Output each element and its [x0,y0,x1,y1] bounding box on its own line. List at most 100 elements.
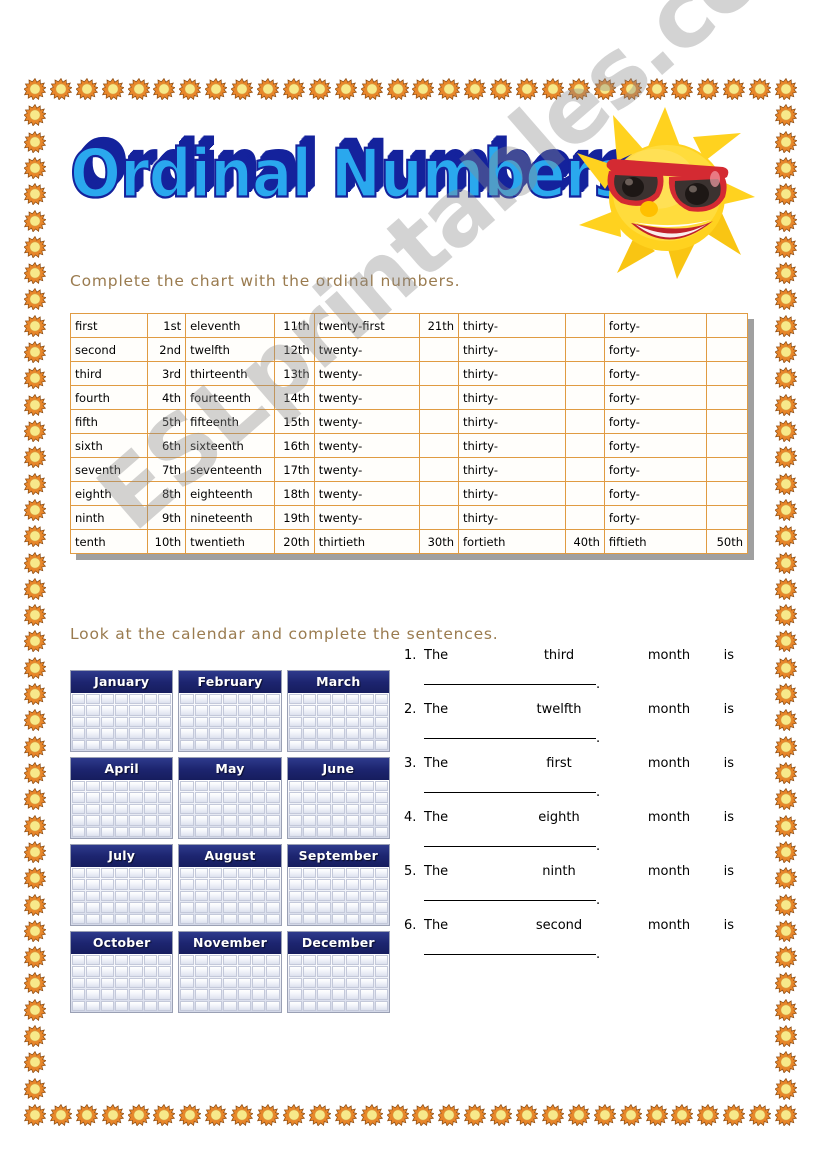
sun-border-icon [412,1104,435,1126]
sentence-text: 2. The twelfth month is [404,702,734,717]
ordinal-figure-cell[interactable] [706,433,748,458]
sentence-ordinal: second [535,918,583,933]
sun-border-icon [412,78,435,100]
ordinal-figure-cell[interactable] [418,481,460,506]
ordinal-figure-cell[interactable] [564,361,605,386]
calendar-day-cell [317,728,331,739]
ordinal-figure-cell[interactable] [706,313,748,338]
ordinal-figure-cell[interactable] [564,313,605,338]
calendar-day-cell [237,716,251,728]
calendar-day-cell [129,868,143,879]
calendar-day-cell [100,868,114,879]
calendar-day-cell [288,1000,302,1011]
ordinal-figure-cell[interactable] [418,337,460,362]
sun-border-icon [24,788,46,811]
ordinal-figure-cell[interactable] [706,361,748,386]
sun-border-icon [775,998,797,1021]
ordinal-word-cell: forty- [603,409,708,434]
sun-border-icon [490,1104,513,1126]
ordinal-word-cell: twenty-first [313,313,420,338]
sentence-text: 6. The second month is [404,918,734,933]
calendar-day-cell [374,716,388,728]
calendar-day-cell [180,694,194,705]
calendar-day-cell [129,826,143,837]
sun-border-icon [127,1104,150,1126]
calendar-day-cell [345,977,360,989]
ordinal-figure-cell[interactable] [706,481,748,506]
ordinal-figure-cell[interactable] [564,457,605,482]
ordinal-figure-cell[interactable] [418,409,460,434]
calendar-day-cell [374,955,388,966]
answer-blank-input[interactable] [424,953,596,955]
calendar-day-cell [180,989,194,1000]
ordinal-figure-cell[interactable] [418,361,460,386]
ordinal-word-cell: twenty- [313,409,420,434]
calendar-day-cell [72,913,86,924]
calendar-day-cell [317,868,331,879]
sun-border-icon [567,1104,590,1126]
answer-blank-input[interactable] [424,899,596,901]
calendar-day-cell [345,792,360,803]
calendar-day-cell [345,913,360,924]
calendar-day-cell [266,739,280,750]
answer-blank-input[interactable] [424,791,596,793]
calendar-day-cell [360,955,374,966]
calendar-month-label: March [287,671,389,693]
ordinal-numbers-table-wrapper: first 1st eleventh 11th twenty-first 21th thir… [69,313,748,554]
ordinal-figure-cell[interactable] [418,385,460,410]
ordinal-figure-cell[interactable] [706,409,748,434]
answer-blank-input[interactable] [424,683,596,685]
ordinal-word-cell: twenty- [313,385,420,410]
ordinal-word-cell: tenth [69,529,149,554]
sun-border-icon [775,525,797,548]
sun-border-icon [775,709,797,732]
sun-border-icon [49,78,72,100]
ordinal-figure-cell[interactable] [418,505,460,530]
ordinal-figure-cell[interactable] [564,481,605,506]
ordinal-table-body: first 1st eleventh 11th twenty-first 21th thir… [69,313,748,554]
calendar-day-cell [266,1000,280,1011]
answer-blank-input[interactable] [424,845,596,847]
sentence-answer-line: . [404,839,734,854]
ordinal-word-cell: ninth [69,505,149,530]
ordinal-figure-cell: 19th [274,505,315,530]
calendar-day-cell [72,890,86,902]
ordinal-figure-cell[interactable] [706,385,748,410]
sun-border-icon [24,498,46,521]
sentence-verb: is [723,864,734,879]
ordinal-figure-cell[interactable] [706,337,748,362]
calendar-day-cell [374,902,388,913]
sentence-number: 5. [404,864,417,879]
calendar-day-cell [237,815,251,826]
answer-blank-input[interactable] [424,737,596,739]
calendar-day-cell [360,781,374,792]
sun-border-icon [360,1104,383,1126]
calendar-day-cell [194,879,208,890]
ordinal-word-cell: forty- [603,481,708,506]
calendar-day-cell [251,705,266,716]
ordinal-figure-cell[interactable] [418,433,460,458]
sun-border-icon [153,1104,176,1126]
calendar-day-cell [251,826,266,837]
ordinal-figure-cell[interactable] [564,505,605,530]
ordinal-figure-cell[interactable] [706,457,748,482]
calendar-day-cell [143,781,157,792]
calendar-day-cell [288,716,302,728]
calendar-day-cell [360,868,374,879]
ordinal-figure-cell[interactable] [706,505,748,530]
calendar-day-cell [288,781,302,792]
sentence-exercise-list: 1. The third month is. 2. The twelfth month is. 3.… [404,648,734,972]
ordinal-figure-cell[interactable] [564,385,605,410]
calendar-day-cell [143,739,157,750]
calendar-day-cell [208,879,223,890]
sun-border-icon [775,683,797,706]
calendar-month: August [178,844,282,926]
ordinal-figure-cell[interactable] [564,409,605,434]
calendar-day-cell [251,902,266,913]
ordinal-figure-cell[interactable] [418,457,460,482]
calendar-day-cell [129,781,143,792]
ordinal-figure-cell[interactable] [564,337,605,362]
calendar-day-cell [288,902,302,913]
ordinal-figure-cell[interactable] [564,433,605,458]
calendar-day-cell [237,781,251,792]
